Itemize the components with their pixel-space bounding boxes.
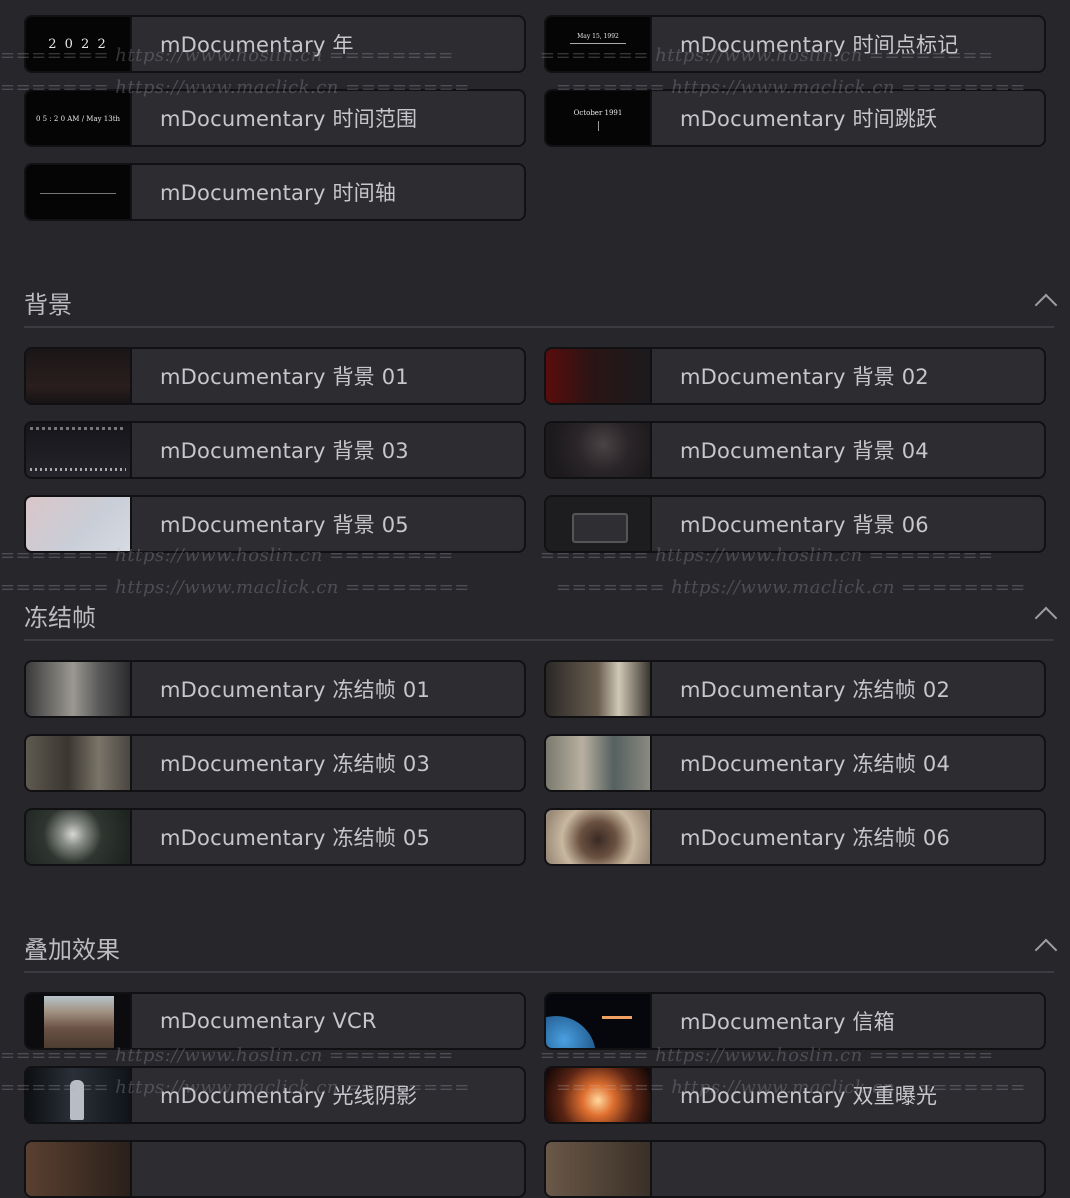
thumbnail-text: May 15, 1992: [577, 33, 619, 40]
chevron-up-icon[interactable]: [1034, 938, 1058, 962]
thumbnail: [546, 662, 652, 716]
thumbnail: [546, 1068, 652, 1122]
item-label: mDocumentary 年: [160, 33, 354, 57]
item-label: mDocumentary 冻结帧 02: [680, 678, 951, 702]
watermark: ======= https://www.maclick.cn ========: [0, 577, 470, 598]
thumbnail: [546, 810, 652, 864]
thumbnail: [26, 1142, 132, 1196]
item-label: mDocumentary 光线阴影: [160, 1084, 418, 1108]
thumbnail: [26, 349, 132, 403]
thumbnail: [26, 497, 132, 551]
template-item-bg-06[interactable]: mDocumentary 背景 06: [544, 495, 1046, 553]
item-label: mDocumentary 冻结帧 06: [680, 826, 951, 850]
thumbnail-line: [598, 121, 599, 131]
thumbnail: [26, 662, 132, 716]
section-title-overlays: 叠加效果: [24, 936, 120, 964]
thumbnail: [546, 497, 652, 551]
template-item-time-marker[interactable]: May 15, 1992 mDocumentary 时间点标记: [544, 15, 1046, 73]
template-item-bg-03[interactable]: mDocumentary 背景 03: [24, 421, 526, 479]
item-label: mDocumentary 双重曝光: [680, 1084, 938, 1108]
template-item-partial[interactable]: [544, 1140, 1046, 1198]
section-title-backgrounds: 背景: [24, 291, 72, 319]
item-label: mDocumentary 背景 05: [160, 513, 409, 537]
template-item-partial[interactable]: [24, 1140, 526, 1198]
thumbnail: [26, 810, 132, 864]
template-item-year[interactable]: 2 0 2 2 mDocumentary 年: [24, 15, 526, 73]
template-item-time-range[interactable]: 0 5 : 2 0 AM / May 13th mDocumentary 时间范…: [24, 89, 526, 147]
thumbnail: May 15, 1992: [546, 17, 652, 71]
thumbnail-text: October 1991: [573, 109, 623, 117]
template-item-letterbox[interactable]: mDocumentary 信箱: [544, 992, 1046, 1050]
section-divider: [24, 639, 1054, 641]
thumbnail: [546, 736, 652, 790]
item-label: mDocumentary 时间点标记: [680, 33, 959, 57]
item-label: mDocumentary 冻结帧 05: [160, 826, 431, 850]
item-label: mDocumentary 背景 04: [680, 439, 929, 463]
thumbnail-detail: [30, 468, 126, 471]
template-item-freeze-04[interactable]: mDocumentary 冻结帧 04: [544, 734, 1046, 792]
template-item-bg-01[interactable]: mDocumentary 背景 01: [24, 347, 526, 405]
chevron-up-icon[interactable]: [1034, 606, 1058, 630]
thumbnail: [546, 349, 652, 403]
thumbnail: [26, 994, 132, 1048]
template-item-bg-04[interactable]: mDocumentary 背景 04: [544, 421, 1046, 479]
thumbnail: [546, 423, 652, 477]
watermark: ======= https://www.maclick.cn ========: [556, 577, 1026, 598]
item-label: mDocumentary 冻结帧 04: [680, 752, 951, 776]
item-label: mDocumentary 背景 03: [160, 439, 409, 463]
template-item-freeze-05[interactable]: mDocumentary 冻结帧 05: [24, 808, 526, 866]
item-label: mDocumentary 背景 06: [680, 513, 929, 537]
item-label: mDocumentary 信箱: [680, 1010, 895, 1034]
thumbnail-timeline: [40, 193, 116, 194]
item-label: mDocumentary 背景 01: [160, 365, 409, 389]
template-item-freeze-06[interactable]: mDocumentary 冻结帧 06: [544, 808, 1046, 866]
item-label: mDocumentary 冻结帧 03: [160, 752, 431, 776]
chevron-up-icon[interactable]: [1034, 293, 1058, 317]
thumbnail-detail: [602, 1016, 632, 1019]
thumbnail-text: 2 0 2 2: [48, 37, 108, 52]
item-label: mDocumentary 冻结帧 01: [160, 678, 431, 702]
item-label: mDocumentary 时间跳跃: [680, 107, 938, 131]
cassette-icon: [572, 513, 628, 543]
thumbnail-line: [570, 43, 626, 44]
thumbnail-text: 0 5 : 2 0 AM / May 13th: [35, 115, 121, 123]
thumbnail: [546, 994, 652, 1048]
thumbnail: 0 5 : 2 0 AM / May 13th: [26, 91, 132, 145]
thumbnail: [26, 165, 132, 219]
template-item-timeline[interactable]: mDocumentary 时间轴: [24, 163, 526, 221]
thumbnail: [546, 1142, 652, 1196]
thumbnail: October 1991: [546, 91, 652, 145]
thumbnail: [26, 736, 132, 790]
item-label: mDocumentary 时间范围: [160, 107, 418, 131]
thumbnail: [26, 423, 132, 477]
template-item-freeze-03[interactable]: mDocumentary 冻结帧 03: [24, 734, 526, 792]
template-item-bg-05[interactable]: mDocumentary 背景 05: [24, 495, 526, 553]
template-item-vcr[interactable]: mDocumentary VCR: [24, 992, 526, 1050]
template-item-freeze-01[interactable]: mDocumentary 冻结帧 01: [24, 660, 526, 718]
template-item-light-shadow[interactable]: mDocumentary 光线阴影: [24, 1066, 526, 1124]
section-divider: [24, 971, 1054, 973]
thumbnail-detail: [30, 427, 126, 430]
item-label: mDocumentary 时间轴: [160, 181, 397, 205]
thumbnail: 2 0 2 2: [26, 17, 132, 71]
planet-graphic: [546, 1016, 596, 1048]
thumbnail-figure: [70, 1080, 84, 1120]
template-item-freeze-02[interactable]: mDocumentary 冻结帧 02: [544, 660, 1046, 718]
item-label: mDocumentary VCR: [160, 1009, 377, 1033]
section-title-freeze-frames: 冻结帧: [24, 604, 96, 632]
item-label: mDocumentary 背景 02: [680, 365, 929, 389]
template-item-time-jump[interactable]: October 1991 mDocumentary 时间跳跃: [544, 89, 1046, 147]
template-item-double-exposure[interactable]: mDocumentary 双重曝光: [544, 1066, 1046, 1124]
template-item-bg-02[interactable]: mDocumentary 背景 02: [544, 347, 1046, 405]
watermark-row: ======= https://www.maclick.cn ======== …: [0, 577, 1026, 598]
thumbnail: [26, 1068, 132, 1122]
thumbnail-image: [44, 996, 114, 1048]
section-divider: [24, 326, 1054, 328]
